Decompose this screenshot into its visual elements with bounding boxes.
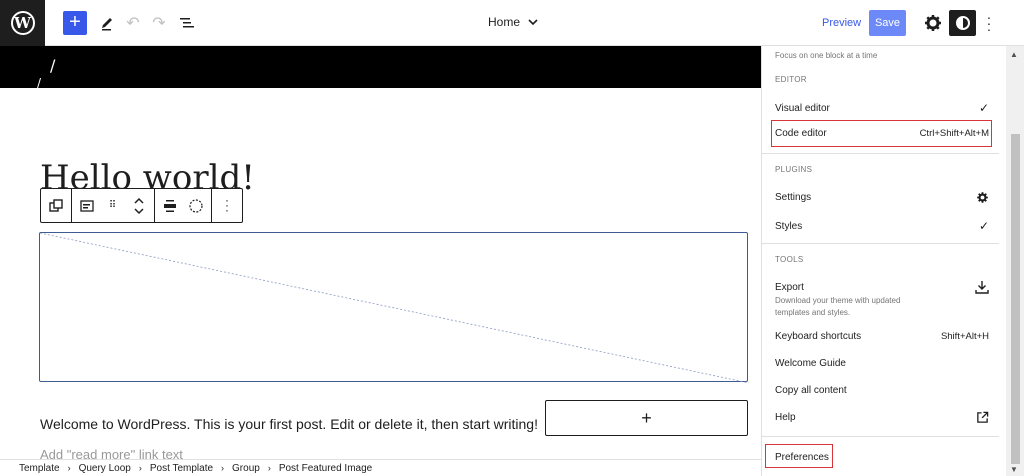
scroll-up-arrow-icon[interactable]: ▲ xyxy=(1010,50,1018,59)
contrast-icon xyxy=(955,16,970,30)
decorative-slash: / xyxy=(37,76,42,90)
pencil-icon xyxy=(102,18,112,31)
menu-item-styles[interactable]: Styles ✓ xyxy=(775,219,989,233)
duotone-button[interactable] xyxy=(187,195,205,217)
header-template-part[interactable]: / / xyxy=(0,46,761,90)
menu-divider xyxy=(762,243,999,244)
align-center-icon xyxy=(164,199,176,212)
menu-item-label: Export xyxy=(775,281,804,293)
list-view-button[interactable] xyxy=(176,12,198,34)
featured-image-placeholder[interactable] xyxy=(39,232,749,383)
menu-divider xyxy=(762,153,999,154)
redo-icon: ↷ xyxy=(152,15,166,32)
move-up-down-buttons[interactable] xyxy=(130,195,148,217)
undo-button[interactable]: ↶ xyxy=(122,12,144,34)
toolbar-group-align xyxy=(155,189,212,222)
toolbar-group-block: ⠿ xyxy=(72,189,155,222)
tools-button[interactable] xyxy=(96,12,118,34)
chevron-right-icon: › xyxy=(67,463,71,473)
block-type-button[interactable] xyxy=(78,195,96,217)
tools-section-heading: TOOLS xyxy=(775,255,804,264)
editor-canvas: / / Hello world! ⠿ · · · Welcome to Word… xyxy=(0,46,761,476)
post-excerpt[interactable]: Welcome to WordPress. This is your first… xyxy=(40,416,538,432)
breadcrumb-item-post-featured-image[interactable]: Post Featured Image xyxy=(279,463,372,474)
export-hint: Download your theme with updated templat… xyxy=(775,296,901,317)
options-dropdown-menu: Focus on one block at a time EDITOR Visu… xyxy=(761,46,999,476)
external-link-icon xyxy=(977,411,989,423)
block-toolbar: ⠿ · · · xyxy=(40,188,243,223)
breadcrumb-item-group[interactable]: Group xyxy=(232,463,260,474)
document-title: Home xyxy=(488,15,521,29)
menu-item-label: Settings xyxy=(775,192,812,203)
download-icon xyxy=(975,281,989,294)
toolbar-group-parent xyxy=(41,189,72,222)
document-title-dropdown[interactable]: Home xyxy=(488,15,538,29)
save-button[interactable]: Save xyxy=(869,10,906,36)
redo-button[interactable]: ↷ xyxy=(148,12,170,34)
checkmark-icon: ✓ xyxy=(978,219,989,233)
chevron-right-icon: › xyxy=(267,463,271,473)
gear-icon xyxy=(977,192,988,203)
options-menu-button[interactable]: · · · xyxy=(984,10,994,36)
preview-button[interactable]: Preview xyxy=(822,17,861,29)
drag-handle[interactable]: ⠿ xyxy=(104,195,122,217)
more-vertical-icon: · · · xyxy=(986,9,992,37)
scrollbar-thumb[interactable] xyxy=(1011,134,1020,464)
align-button[interactable] xyxy=(161,195,179,217)
menu-divider xyxy=(762,436,999,437)
drag-handle-icon: ⠿ xyxy=(108,200,118,211)
scroll-down-arrow-icon[interactable]: ▼ xyxy=(1010,465,1018,474)
decorative-slash: / xyxy=(50,56,56,75)
editor-header: W + ↶ ↷ Home Preview Save · · · xyxy=(0,0,1024,46)
menu-item-label: Keyboard shortcuts xyxy=(775,331,862,342)
block-appender-button[interactable]: + xyxy=(545,400,748,436)
menu-item-export[interactable]: Export xyxy=(775,280,989,294)
menu-item-copy-all-content[interactable]: Copy all content xyxy=(775,385,989,396)
menu-item-label: Styles xyxy=(775,220,803,232)
menu-item-visual-editor[interactable]: Visual editor ✓ xyxy=(775,101,989,115)
plus-icon: + xyxy=(641,408,652,428)
menu-item-keyboard-shortcuts[interactable]: Keyboard shortcuts Shift+Alt+H xyxy=(775,331,989,342)
breadcrumb-item-query-loop[interactable]: Query Loop xyxy=(79,463,131,474)
menu-item-label: Help xyxy=(775,412,796,423)
select-parent-icon xyxy=(49,198,63,212)
menu-item-help[interactable]: Help xyxy=(775,411,989,424)
select-parent-button[interactable] xyxy=(47,195,65,217)
plugins-section-heading: PLUGINS xyxy=(775,165,813,174)
chevron-up-down-icon xyxy=(134,197,144,214)
checkmark-icon: ✓ xyxy=(978,101,989,115)
highlight-box xyxy=(771,120,992,147)
menu-item-label: Copy all content xyxy=(775,385,847,396)
chevron-right-icon: › xyxy=(138,463,142,473)
highlight-box xyxy=(765,444,833,468)
menu-item-welcome-guide[interactable]: Welcome Guide xyxy=(775,358,989,369)
featured-image-icon xyxy=(80,199,94,212)
menu-item-label: Welcome Guide xyxy=(775,358,846,369)
undo-icon: ↶ xyxy=(126,15,140,32)
chevron-right-icon: › xyxy=(221,463,225,473)
list-view-icon xyxy=(180,18,194,28)
styles-button[interactable] xyxy=(949,10,976,36)
toolbar-group-options: · · · xyxy=(212,189,242,222)
wordpress-logo-icon: W xyxy=(10,11,35,35)
editor-section-heading: EDITOR xyxy=(775,75,807,84)
gear-icon xyxy=(925,15,941,31)
breadcrumb-item-post-template[interactable]: Post Template xyxy=(150,463,213,474)
spotlight-hint: Focus on one block at a time xyxy=(775,51,878,60)
breadcrumb: Template › Query Loop › Post Template › … xyxy=(0,459,761,476)
plus-icon: + xyxy=(69,11,81,33)
duotone-icon xyxy=(189,198,203,213)
menu-scrollbar[interactable]: ▲ ▼ xyxy=(1006,46,1024,476)
settings-button[interactable] xyxy=(922,12,944,34)
block-options-button[interactable]: · · · xyxy=(218,193,236,217)
shortcut-label: Shift+Alt+H xyxy=(940,331,989,342)
block-inserter-button[interactable]: + xyxy=(63,11,87,35)
menu-item-label: Visual editor xyxy=(775,102,830,114)
wordpress-logo-button[interactable]: W xyxy=(0,0,45,46)
more-vertical-icon: · · · xyxy=(225,193,229,217)
placeholder-diagonal xyxy=(40,233,749,383)
breadcrumb-item-template[interactable]: Template xyxy=(19,463,60,474)
chevron-down-icon xyxy=(528,18,538,25)
menu-item-settings[interactable]: Settings xyxy=(775,191,989,204)
